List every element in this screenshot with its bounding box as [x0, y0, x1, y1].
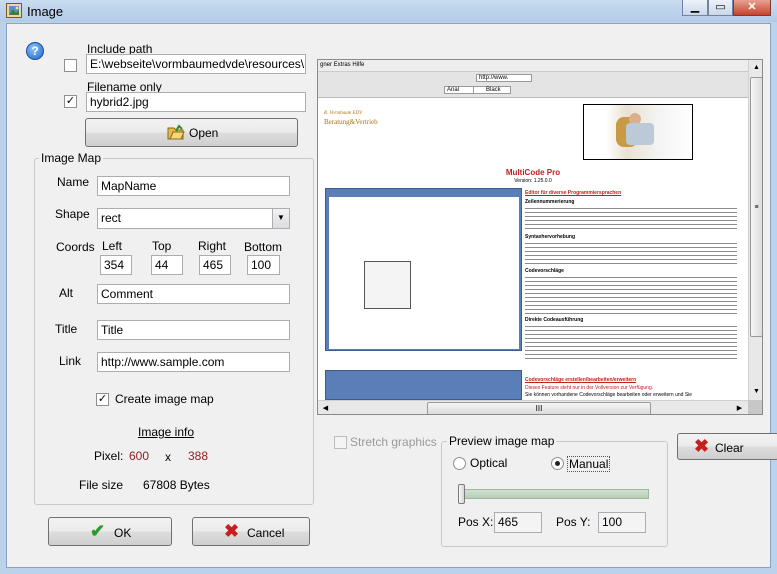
image-info-label: Image info [138, 425, 195, 439]
bottom-coord-field[interactable]: 100 [247, 255, 280, 275]
coords-label: Coords [56, 240, 95, 254]
alt-field[interactable]: Comment [97, 284, 290, 304]
file-size-label: File size [79, 478, 124, 492]
left-coord-field[interactable]: 354 [100, 255, 132, 275]
shot-heading: MultiCode Pro [505, 168, 561, 177]
shot-section2-text: Sie können vorhandene Codevorschläge bea… [525, 392, 693, 398]
shot-menubar: gner Extras Hilfe [318, 60, 748, 72]
clear-button-label: Clear [715, 441, 744, 455]
right-coord-field[interactable]: 465 [199, 255, 231, 275]
window-title: Image [27, 4, 64, 19]
picture-icon [6, 3, 22, 18]
link-field[interactable]: http://www.sample.com [97, 352, 290, 372]
shape-select[interactable]: rect ▼ [97, 208, 290, 229]
chevron-down-icon[interactable]: ▼ [272, 209, 289, 228]
shot-section2-sub: Dieses Feature steht nur in der Vollvers… [525, 385, 654, 391]
link-label: Link [59, 354, 82, 368]
open-folder-icon [167, 124, 185, 140]
horizontal-scroll-thumb[interactable]: III [427, 402, 651, 414]
pos-y-field[interactable]: 100 [598, 512, 646, 533]
maximize-button[interactable]: ▭ [708, 0, 733, 16]
manual-label: Manual [567, 456, 611, 472]
shot-font: Arial [447, 87, 460, 93]
top-label: Top [152, 239, 172, 253]
pixel-width-value: 600 [129, 449, 150, 463]
manual-radio[interactable] [551, 457, 564, 470]
image-preview[interactable]: gner Extras Hilfe http://www. Arial Blac… [317, 59, 763, 415]
open-button-label: Open [189, 126, 219, 140]
shot-toolbar: http://www. Arial Black [318, 72, 748, 98]
shot-brand2: Beratung&Vertrieb [324, 118, 378, 126]
preview-screenshot: gner Extras Hilfe http://www. Arial Blac… [318, 60, 748, 400]
shot-menu-text: gner Extras Hilfe [320, 62, 365, 68]
title-label: Title [55, 322, 78, 336]
shape-select-value: rect [101, 211, 122, 225]
title-field[interactable]: Title [97, 320, 290, 340]
create-image-map-checkbox[interactable]: ✓ [96, 393, 109, 406]
minimize-icon: ▁ [690, 1, 700, 13]
stretch-graphics-checkbox[interactable] [334, 436, 347, 449]
checkmark-icon: ✔ [90, 521, 106, 541]
shot-editor-image-2 [325, 370, 522, 400]
open-button[interactable]: Open [85, 118, 298, 147]
close-button[interactable]: ✕ [733, 0, 771, 16]
scroll-right-icon[interactable]: ▶ [732, 401, 747, 414]
title-bar: Image ▁ ▭ ✕ [0, 0, 777, 22]
file-size-value: 67808 Bytes [143, 478, 210, 492]
pixel-height-value: 388 [188, 449, 209, 463]
include-path-checkbox[interactable] [64, 59, 77, 72]
optical-radio[interactable] [453, 457, 466, 470]
scroll-left-icon[interactable]: ◀ [318, 401, 333, 414]
create-image-map-label: Create image map [115, 392, 214, 406]
shot-section1: Editor für diverse Programmiersprachen [525, 190, 622, 196]
alt-label: Alt [59, 286, 74, 300]
preview-horizontal-scrollbar[interactable]: ◀ III ▶ [318, 400, 748, 414]
vertical-scroll-thumb[interactable]: ≡ [750, 77, 762, 337]
include-path-field[interactable]: E:\webseite\vormbaumedvde\resources\hybr… [86, 54, 306, 74]
shot-hotspot-rect [583, 104, 693, 160]
clear-button[interactable]: ✖ Clear [677, 433, 777, 460]
left-label: Left [102, 239, 123, 253]
minimize-button[interactable]: ▁ [682, 0, 708, 16]
pixel-label: Pixel: [94, 449, 124, 463]
cross-icon: ✖ [224, 521, 240, 541]
ok-button-label: OK [114, 526, 132, 540]
name-field[interactable]: MapName [97, 176, 290, 196]
top-coord-field[interactable]: 44 [151, 255, 183, 275]
preview-slider[interactable] [458, 484, 649, 508]
filename-only-field[interactable]: hybrid2.jpg [86, 92, 306, 112]
slider-thumb[interactable] [458, 484, 465, 504]
optical-label: Optical [470, 456, 508, 470]
dialog-client-area: ? Include path E:\webseite\vormbaumedvde… [6, 23, 777, 568]
ok-button[interactable]: ✔ OK [48, 517, 172, 546]
cancel-button-label: Cancel [247, 526, 285, 540]
shot-brand1: R. Vormbaum EDV [324, 111, 363, 116]
scroll-down-icon[interactable]: ▼ [749, 384, 762, 399]
cross-icon: ✖ [694, 436, 710, 456]
close-icon: ✕ [747, 1, 757, 13]
pixel-separator: x [165, 450, 171, 464]
help-icon[interactable]: ? [26, 42, 44, 60]
shot-version: Version: 1.25.0.0 [514, 178, 552, 184]
shot-url: http://www. [479, 75, 509, 81]
filename-only-checkbox[interactable]: ✓ [64, 95, 77, 108]
help-icon-glyph: ? [31, 44, 39, 58]
right-label: Right [198, 239, 227, 253]
cancel-button[interactable]: ✖ Cancel [192, 517, 310, 546]
name-label: Name [57, 175, 90, 189]
preview-image-map-label: Preview image map [447, 434, 557, 448]
pos-x-label: Pos X: [458, 515, 494, 529]
shot-color: Black [486, 87, 501, 93]
shape-label: Shape [55, 207, 90, 221]
pos-x-field[interactable]: 465 [494, 512, 542, 533]
bottom-label: Bottom [244, 240, 283, 254]
shot-section2: Codevorschläge erstellen/bearbeiten/erwe… [525, 377, 637, 383]
maximize-icon: ▭ [715, 1, 726, 13]
stretch-graphics-label: Stretch graphics [350, 435, 437, 449]
shot-editor-image [325, 188, 522, 351]
preview-vertical-scrollbar[interactable]: ▲ ≡ ▼ [748, 60, 762, 400]
pos-y-label: Pos Y: [556, 515, 591, 529]
image-map-group-label: Image Map [39, 151, 104, 165]
scroll-up-icon[interactable]: ▲ [749, 60, 762, 75]
